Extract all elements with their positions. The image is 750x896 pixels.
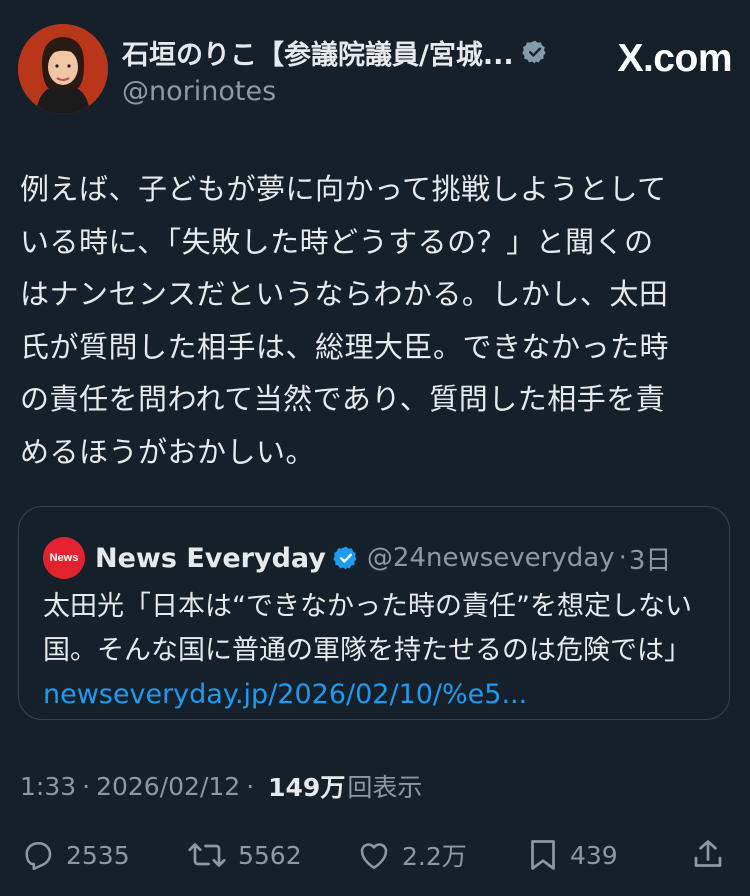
- retweet-count: 5562: [238, 840, 302, 870]
- post-date[interactable]: 2026/02/12: [96, 772, 240, 801]
- share-icon: [694, 840, 722, 867]
- like-button[interactable]: 2.2万: [356, 832, 467, 878]
- quoted-line: 太田光「日本は“できなかった時の責任”を想定しない: [43, 591, 692, 622]
- quoted-link[interactable]: newseveryday.jp/2026/02/10/%e5...: [43, 673, 713, 717]
- verified-blue-badge-icon: [333, 546, 357, 570]
- retweet-icon: [188, 843, 226, 867]
- bookmark-count: 439: [570, 840, 618, 870]
- reply-count: 2535: [66, 840, 130, 870]
- bookmark-icon: [531, 840, 555, 870]
- author-info: 石垣のりこ【参議院議員/宮城... @norinotes: [122, 34, 582, 107]
- views-label: 回表示: [347, 773, 423, 802]
- reply-icon: [25, 842, 52, 871]
- tweet-meta: 1:33 · 2026/02/12 · 149万 回表示: [20, 766, 422, 806]
- action-bar: 2535 5562 2.2万 439: [0, 832, 750, 878]
- post-line: いる時に、「失敗した時どうするの？」と聞くの: [20, 224, 654, 259]
- share-button[interactable]: [690, 832, 726, 878]
- post-text: 例えば、子どもが夢に向かって挑戦しようとして いる時に、「失敗した時どうするの？…: [20, 163, 726, 478]
- like-count: 2.2万: [402, 842, 467, 871]
- quoted-author-name[interactable]: News Everyday: [95, 543, 326, 574]
- verified-gray-badge-icon: [521, 40, 546, 64]
- meta-separator: ·: [82, 771, 91, 801]
- xcom-watermark: X.com: [617, 37, 732, 80]
- post-line: めるほうがおかしい。: [20, 434, 316, 469]
- views-count: 149万: [268, 773, 346, 802]
- meta-separator: ·: [246, 771, 255, 801]
- quoted-separator: ·: [618, 543, 627, 573]
- news-logo-text: News: [49, 552, 79, 564]
- display-name-row: 石垣のりこ【参議院議員/宮城...: [122, 33, 582, 72]
- quoted-tweet-header: News News Everyday @24newseveryday · 3日: [43, 537, 671, 579]
- post-line: 例えば、子どもが夢に向かって挑戦しようとして: [20, 172, 667, 206]
- quoted-tweet-body: 太田光「日本は“できなかった時の責任”を想定しない 国。そんな国に普通の軍隊を持…: [43, 585, 713, 717]
- post-time[interactable]: 1:33: [20, 772, 76, 801]
- news-everyday-logo[interactable]: News: [43, 537, 85, 579]
- quoted-timestamp[interactable]: 3日: [629, 540, 672, 577]
- xcom-text: X.com: [617, 37, 732, 80]
- retweet-button[interactable]: 5562: [186, 832, 302, 878]
- author-avatar[interactable]: [18, 24, 108, 114]
- post-line: の責任を問われて当然であり、質問した相手を責: [20, 382, 666, 416]
- author-display-name[interactable]: 石垣のりこ【参議院議員/宮城...: [122, 33, 514, 72]
- post-line: 氏が質問した相手は、総理大臣。できなかった時: [20, 329, 670, 364]
- reply-button[interactable]: 2535: [20, 832, 130, 878]
- heart-icon: [360, 843, 388, 870]
- tweet-header: 石垣のりこ【参議院議員/宮城... @norinotes X.com: [18, 24, 732, 114]
- quoted-author-handle[interactable]: @24newseveryday: [367, 543, 615, 573]
- profile-photo-icon: [18, 24, 108, 114]
- post-line: はナンセンスだというならわかる。しかし、太田: [20, 277, 669, 311]
- quoted-tweet-card[interactable]: News News Everyday @24newseveryday · 3日 …: [18, 506, 730, 720]
- quoted-line: 国。そんな国に普通の軍隊を持たせるのは危険では」: [43, 635, 691, 666]
- author-handle[interactable]: @norinotes: [122, 76, 582, 107]
- bookmark-button[interactable]: 439: [526, 832, 618, 878]
